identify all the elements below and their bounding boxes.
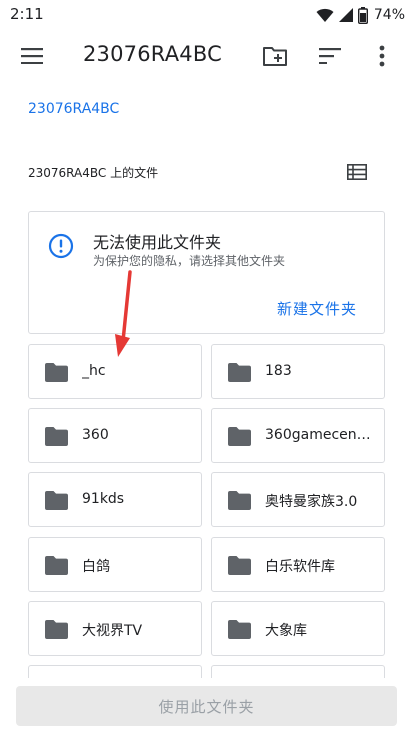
folder-item[interactable]: 360gamecen… [211,408,385,463]
folder-icon [228,556,251,575]
breadcrumb[interactable]: 23076RA4BC [28,101,119,117]
status-icons: 74% [316,4,405,26]
folder-name: 大象库 [265,623,307,639]
folder-icon [228,620,251,639]
list-view-toggle[interactable] [344,160,370,184]
app-bar: 23076RA4BC [0,30,413,82]
folder-name: 360gamecen… [265,427,371,443]
warning-subtitle: 为保护您的隐私，请选择其他文件夹 [93,254,286,268]
folder-name: 白乐软件库 [265,559,335,575]
new-folder-icon [263,47,287,66]
more-icon [379,45,385,67]
signal-icon [338,8,353,22]
folder-name: 183 [265,363,292,379]
folder-item[interactable]: _hc [28,344,202,399]
sort-button[interactable] [314,40,346,72]
wifi-icon [316,8,334,22]
list-view-icon [347,164,367,180]
folder-icon [228,363,251,382]
sort-icon [319,48,341,64]
folder-name: _hc [82,363,106,379]
status-time: 2:11 [10,5,44,23]
menu-button[interactable] [16,40,48,72]
folder-item[interactable]: 奥特曼家族3.0 [211,472,385,527]
folder-icon [45,363,68,382]
section-label: 23076RA4BC 上的文件 [28,166,159,180]
warning-card: 无法使用此文件夹 为保护您的隐私，请选择其他文件夹 新建文件夹 [28,211,385,334]
folder-icon [45,556,68,575]
folder-name: 360 [82,427,109,443]
folder-icon [228,427,251,446]
status-bar: 2:11 74% [0,0,413,30]
folder-item[interactable]: 大象库 [211,601,385,656]
folder-item[interactable]: 白乐软件库 [211,537,385,592]
folder-icon [228,491,251,510]
folder-item[interactable]: 白鸽 [28,537,202,592]
folder-name: 大视界TV [82,623,143,639]
new-folder-button[interactable] [259,40,291,72]
folder-name: 91kds [82,491,125,507]
info-icon [48,233,74,259]
more-options-button[interactable] [366,40,398,72]
folder-name: 奥特曼家族3.0 [265,494,358,510]
folder-item[interactable]: 360 [28,408,202,463]
create-new-folder-button[interactable]: 新建文件夹 [277,298,357,319]
use-this-folder-button[interactable]: 使用此文件夹 [16,686,397,726]
folder-icon [45,620,68,639]
page-title: 23076RA4BC [83,42,222,66]
folder-item[interactable]: 大视界TV [28,601,202,656]
folder-name: 白鸽 [82,559,110,575]
folder-icon [45,491,68,510]
warning-title: 无法使用此文件夹 [93,233,222,252]
bottom-bar: 使用此文件夹 [0,678,413,734]
folder-item[interactable]: 91kds [28,472,202,527]
battery-level: 74% [373,7,405,23]
folder-icon [45,427,68,446]
folder-item[interactable]: 183 [211,344,385,399]
menu-icon [21,48,43,64]
battery-icon [357,6,368,24]
